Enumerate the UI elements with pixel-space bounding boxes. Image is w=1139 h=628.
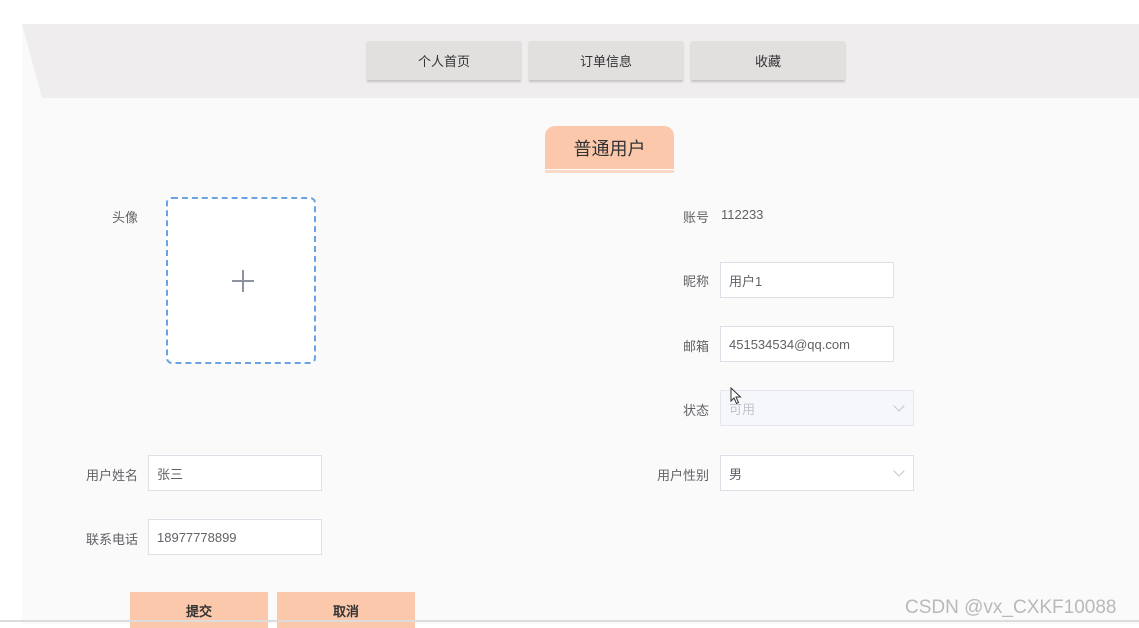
avatar-uploader[interactable] — [166, 197, 316, 364]
email-input[interactable]: 451534534@qq.com — [720, 326, 894, 362]
email-label: 邮箱 — [682, 339, 709, 354]
account-value: 112233 — [721, 207, 764, 222]
chevron-down-icon — [893, 400, 905, 412]
name-label: 用户姓名 — [85, 468, 138, 483]
account-label: 账号 — [682, 210, 709, 225]
nickname-label: 昵称 — [682, 274, 709, 289]
chevron-down-icon — [893, 465, 905, 477]
nickname-input[interactable]: 用户1 — [720, 262, 894, 298]
avatar-label: 头像 — [111, 210, 138, 225]
nav-favorites-button[interactable]: 收藏 — [691, 41, 845, 80]
gender-label: 用户性别 — [656, 468, 709, 483]
gender-select-value: 男 — [729, 466, 743, 482]
status-select[interactable]: 可用 — [720, 390, 914, 426]
nav-home-button[interactable]: 个人首页 — [367, 41, 521, 80]
watermark: CSDN @vx_CXKF10088 — [905, 597, 1117, 618]
cancel-button[interactable]: 取消 — [277, 592, 415, 628]
phone-input[interactable]: 18977778899 — [148, 519, 322, 555]
nav-orders-button[interactable]: 订单信息 — [529, 41, 683, 80]
name-input[interactable]: 张三 — [148, 455, 322, 491]
status-label: 状态 — [682, 403, 709, 418]
mouse-cursor-icon — [730, 387, 742, 405]
gender-select[interactable]: 男 — [720, 455, 914, 491]
phone-label: 联系电话 — [85, 532, 138, 547]
section-title-underline — [545, 170, 674, 173]
bottom-divider — [0, 620, 1139, 622]
submit-button[interactable]: 提交 — [130, 592, 268, 628]
section-title: 普通用户 — [545, 126, 674, 169]
